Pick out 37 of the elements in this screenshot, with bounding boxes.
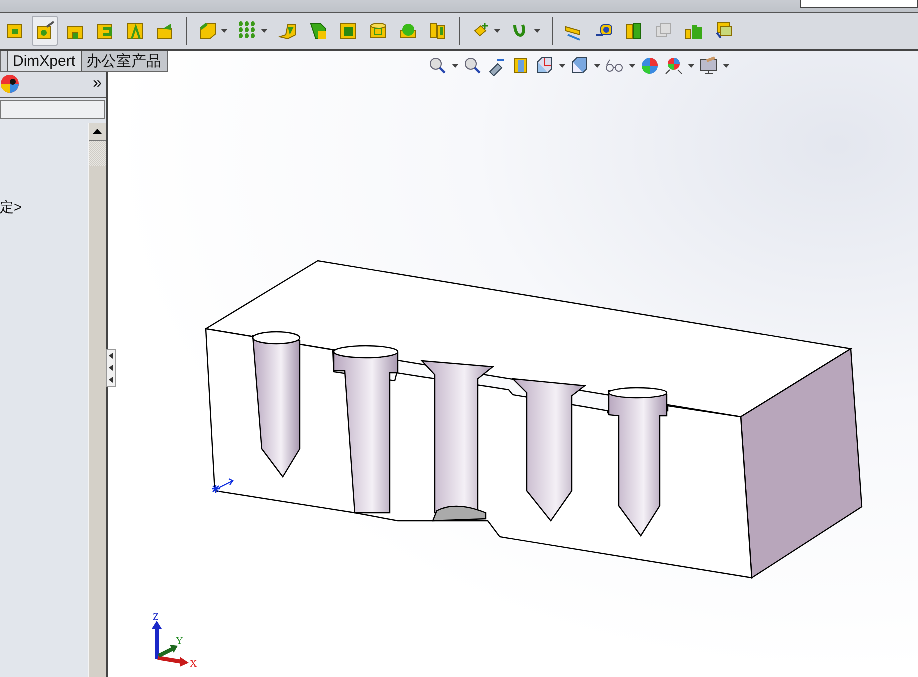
caret-icon — [629, 64, 636, 68]
caret-icon — [723, 64, 730, 68]
tree-item[interactable]: 定> — [0, 199, 88, 217]
collapse-handle[interactable] — [106, 349, 116, 387]
tab[interactable]: 办公室产品 — [80, 51, 167, 71]
caret-icon — [594, 64, 601, 68]
axis-triad-drawing: Z Y X — [152, 612, 198, 670]
box-arrow-icon — [155, 21, 175, 41]
blocks-icon — [428, 21, 448, 41]
bars-icon — [624, 21, 644, 41]
dots-pattern-icon — [238, 21, 258, 41]
scroll-up-button[interactable] — [89, 123, 106, 141]
caret-icon — [534, 29, 541, 33]
layers-arrow-icon — [714, 21, 734, 41]
caret-icon — [688, 64, 695, 68]
caret-icon — [452, 64, 459, 68]
monitor-icon[interactable] — [699, 56, 719, 76]
caret-icon — [494, 29, 501, 33]
scrollbar-thumb[interactable] — [89, 141, 106, 166]
toolbar-button[interactable] — [32, 16, 58, 46]
origin-icon — [211, 478, 234, 494]
wand-box-icon — [35, 21, 55, 41]
dome-icon — [398, 21, 418, 41]
tab[interactable]: DimXpert — [7, 51, 81, 71]
up-arrow-icon — [93, 129, 102, 134]
color-sphere-icon[interactable] — [640, 56, 660, 76]
zoom-icon[interactable] — [428, 56, 448, 76]
expand-button[interactable]: » — [89, 75, 106, 93]
filter-field[interactable] — [0, 100, 105, 119]
zoom-area-icon[interactable] — [463, 56, 483, 76]
caret-icon — [261, 29, 268, 33]
search-field[interactable] — [800, 0, 918, 8]
color-sphere-icon[interactable] — [0, 74, 20, 94]
cylinder-icon — [368, 21, 388, 41]
caret-icon — [221, 29, 228, 33]
cube-icon — [198, 21, 218, 41]
caret-icon — [559, 64, 566, 68]
